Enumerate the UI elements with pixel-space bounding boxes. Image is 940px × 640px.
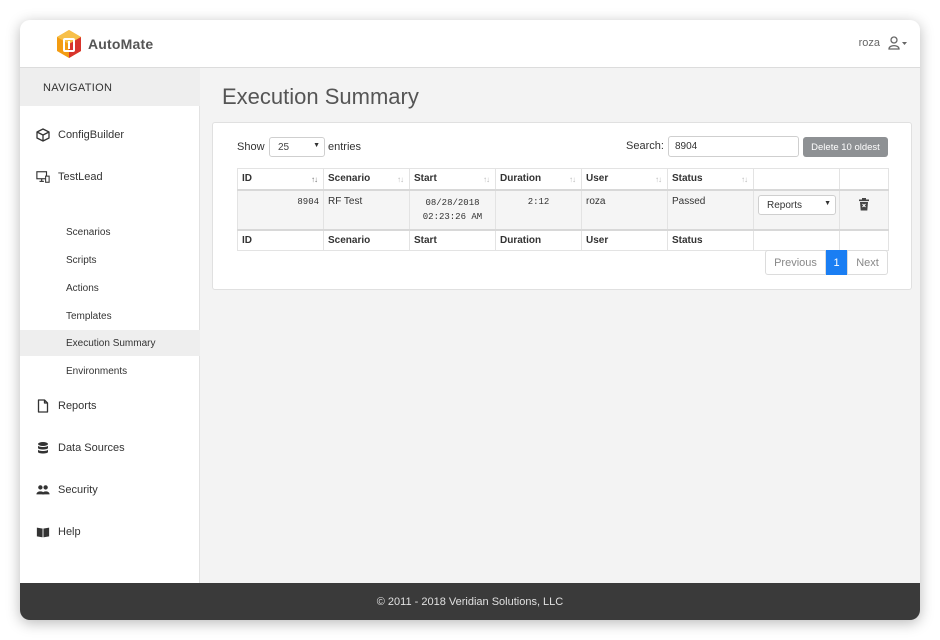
footer-label-scenario: Scenario (323, 228, 410, 251)
sidebar-subitem-scenarios[interactable]: Scenarios (20, 219, 200, 245)
sort-icon: ↑↓ (569, 175, 576, 184)
search-label: Search: (626, 140, 664, 152)
column-header-id[interactable]: ID ↑↓ (237, 168, 324, 191)
column-header-status[interactable]: Status ↑↓ (667, 168, 754, 191)
column-header-duration[interactable]: Duration ↑↓ (495, 168, 582, 191)
delete-oldest-button[interactable]: Delete 10 oldest (803, 137, 888, 157)
automate-logo-icon (57, 30, 81, 58)
file-icon (37, 399, 49, 413)
cell-scenario: RF Test (323, 189, 410, 230)
previous-page-button[interactable]: Previous (765, 250, 826, 275)
entries-label: entries (328, 141, 362, 153)
table-header-row: ID ↑↓ Scenario ↑↓ Start ↑↓ Duration ↑↓ User ↑… (237, 168, 889, 191)
execution-summary-card: Show 25 ▼ entries Search: Delete 10 olde… (212, 122, 912, 290)
sidebar-subitem-actions[interactable]: Actions (20, 275, 200, 301)
column-header-start[interactable]: Start ↑↓ (409, 168, 496, 191)
sidebar-subitem-environments[interactable]: Environments (20, 358, 200, 384)
brand-name[interactable]: AutoMate (88, 36, 153, 52)
cube-icon (36, 128, 50, 142)
column-label: Duration (500, 173, 542, 184)
page-footer: © 2011 - 2018 Veridian Solutions, LLC (20, 583, 920, 620)
column-label: Status (672, 173, 703, 184)
sort-icon: ↑↓ (741, 175, 748, 184)
sidebar-item-configbuilder[interactable]: ConfigBuilder (20, 121, 200, 149)
sidebar-item-label: Security (58, 484, 98, 496)
trash-icon[interactable] (858, 197, 870, 211)
navigation-header: NAVIGATION (20, 68, 200, 106)
sidebar-item-label: ConfigBuilder (58, 129, 125, 141)
reports-select[interactable]: Reports ▼ (758, 194, 836, 215)
column-label: Start (414, 173, 437, 184)
cell-actions: Reports ▼ (753, 189, 840, 230)
sidebar-item-reports[interactable]: Reports (20, 392, 200, 420)
user-dropdown-icon (888, 36, 907, 50)
column-label: Scenario (328, 173, 371, 184)
cell-status: Passed (667, 189, 754, 230)
cell-start: 08/28/2018 02:23:26 AM (409, 189, 496, 230)
chevron-down-icon: ▼ (824, 199, 831, 207)
sidebar-item-label: Help (58, 526, 81, 538)
cell-delete (839, 189, 889, 230)
top-header: AutoMate roza (20, 20, 920, 68)
footer-label-id: ID (237, 228, 324, 251)
pagination: Previous 1 Next (765, 250, 888, 275)
sidebar-subitem-scripts[interactable]: Scripts (20, 247, 200, 273)
page-length-select[interactable]: 25 ▼ (269, 137, 325, 157)
cell-id: 8904 (237, 189, 324, 230)
user-menu[interactable]: roza (859, 36, 908, 50)
column-header-actions (753, 168, 840, 191)
sidebar-subitem-templates[interactable]: Templates (20, 303, 200, 329)
sidebar-item-label: Data Sources (58, 442, 125, 454)
page-1-button[interactable]: 1 (826, 250, 847, 275)
column-header-scenario[interactable]: Scenario ↑↓ (323, 168, 410, 191)
sort-icon: ↑↓ (655, 175, 662, 184)
page-title: Execution Summary (222, 84, 419, 109)
footer-label-duration: Duration (495, 228, 582, 251)
sidebar: NAVIGATION ConfigBuilder TestLead Scenar… (20, 68, 200, 583)
column-header-delete (839, 168, 889, 191)
next-page-button[interactable]: Next (847, 250, 888, 275)
search-input[interactable] (668, 136, 799, 157)
footer-label-start: Start (409, 228, 496, 251)
sort-desc-icon: ↑↓ (311, 175, 318, 184)
monitor-icon (36, 171, 50, 183)
app-window: AutoMate roza NAVIGATION ConfigBuilder T… (20, 20, 920, 620)
reports-select-value: Reports (767, 199, 803, 211)
table-row: 8904 RF Test 08/28/2018 02:23:26 AM 2:12… (237, 189, 889, 230)
sidebar-item-security[interactable]: Security (20, 476, 200, 504)
chevron-down-icon: ▼ (313, 142, 320, 149)
book-icon (36, 527, 50, 538)
start-time: 02:23:26 AM (422, 211, 483, 222)
column-header-user[interactable]: User ↑↓ (581, 168, 668, 191)
column-label: ID (242, 173, 252, 184)
sidebar-item-data-sources[interactable]: Data Sources (20, 434, 200, 462)
sidebar-item-testlead[interactable]: TestLead (20, 163, 200, 191)
column-label: User (586, 173, 609, 184)
database-icon (38, 442, 48, 454)
execution-table: ID ↑↓ Scenario ↑↓ Start ↑↓ Duration ↑↓ User ↑… (237, 168, 889, 251)
sidebar-item-label: Reports (58, 400, 97, 412)
user-name: roza (858, 37, 880, 49)
footer-empty (839, 228, 889, 251)
sidebar-item-label: TestLead (58, 171, 103, 183)
footer-label-status: Status (667, 228, 754, 251)
show-label: Show (237, 141, 265, 153)
users-icon (36, 485, 50, 495)
footer-label-user: User (581, 228, 668, 251)
cell-user: roza (581, 189, 668, 230)
sort-icon: ↑↓ (483, 175, 490, 184)
copyright-text: © 2011 - 2018 Veridian Solutions, LLC (376, 595, 564, 608)
sidebar-subitem-execution-summary[interactable]: Execution Summary (20, 330, 200, 356)
start-date: 08/28/2018 (425, 197, 480, 208)
cell-duration: 2:12 (495, 189, 582, 230)
footer-empty (753, 228, 840, 251)
sidebar-item-help[interactable]: Help (20, 518, 200, 546)
sort-icon: ↑↓ (397, 175, 404, 184)
table-footer-row: ID Scenario Start Duration User Status (237, 228, 889, 251)
page-length-value: 25 (278, 142, 290, 153)
